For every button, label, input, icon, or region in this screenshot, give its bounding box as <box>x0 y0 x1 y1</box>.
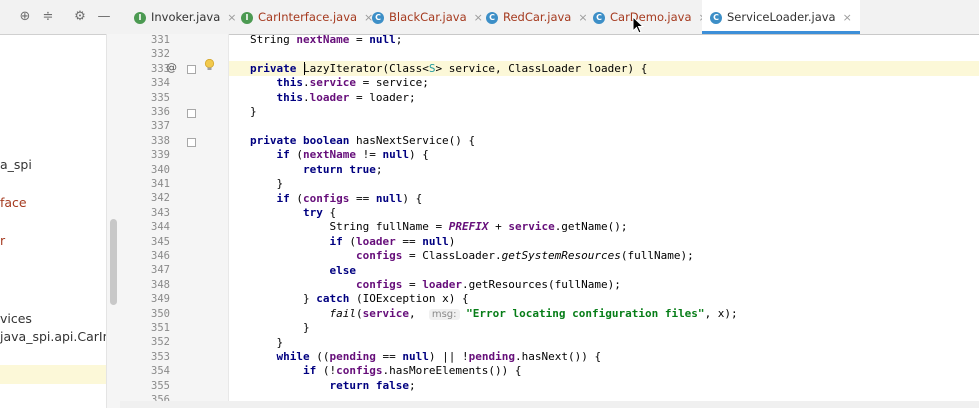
gutter-divider <box>228 34 229 408</box>
code-line: fail(service, msg: "Error locating confi… <box>329 307 738 320</box>
tab-label: CarInterface.java <box>258 10 358 24</box>
line-number[interactable]: 350 <box>120 307 170 321</box>
parameter-hint: msg: <box>428 309 460 320</box>
tree-item[interactable]: r <box>0 232 5 250</box>
line-number[interactable]: 351 <box>120 321 170 335</box>
code-line: else <box>329 264 356 277</box>
line-number[interactable]: 354 <box>120 364 170 378</box>
line-number[interactable]: 345 <box>120 235 170 249</box>
line-number[interactable]: 333 <box>120 62 170 76</box>
line-number[interactable]: 346 <box>120 249 170 263</box>
project-panel: ⊕ ≑ ⚙ — a_spi face r vices java_spi.api.… <box>0 0 120 408</box>
code-line: } <box>276 177 284 190</box>
line-number[interactable]: 332 <box>120 47 170 61</box>
line-number[interactable]: 338 <box>120 134 170 148</box>
runnable-class-icon: C <box>593 11 605 24</box>
interface-icon: I <box>241 11 253 24</box>
tab-label: BlackCar.java <box>389 10 467 24</box>
close-icon[interactable]: × <box>843 11 852 24</box>
tab-redcar[interactable]: C RedCar.java × <box>486 0 588 34</box>
line-number[interactable]: 331 <box>120 33 170 47</box>
fold-marker[interactable] <box>187 109 196 118</box>
code-line: private LazyIterator(Class<S> service, C… <box>250 62 648 75</box>
minimize-icon[interactable]: — <box>96 9 112 25</box>
tree-item[interactable]: vices <box>0 310 32 328</box>
line-number[interactable]: 334 <box>120 76 170 90</box>
code-line: this.loader = loader; <box>276 91 416 104</box>
line-number[interactable]: 339 <box>120 148 170 162</box>
line-number[interactable]: 344 <box>120 220 170 234</box>
code-line: String fullName = PREFIX + service.getNa… <box>329 220 628 233</box>
fold-marker[interactable] <box>187 65 196 74</box>
tab-label: RedCar.java <box>503 10 572 24</box>
lightbulb-icon[interactable] <box>204 59 215 71</box>
line-number[interactable]: 353 <box>120 350 170 364</box>
line-number[interactable]: 355 <box>120 379 170 393</box>
line-number[interactable]: 336 <box>120 105 170 119</box>
scrollbar-thumb[interactable] <box>110 219 117 305</box>
tab-serviceloader[interactable]: C ServiceLoader.java × <box>702 0 860 34</box>
code-line: try { <box>302 206 337 219</box>
mouse-pointer-icon <box>632 16 644 34</box>
code-line: if (nextName != null) { <box>276 148 429 161</box>
code-line: } <box>250 105 257 118</box>
line-number[interactable]: 341 <box>120 177 170 191</box>
gear-icon[interactable]: ⚙ <box>72 9 88 25</box>
tab-cardemo[interactable]: CCarDemo.java× <box>593 0 708 34</box>
code-line: return true; <box>302 163 383 176</box>
code-line: while ((pending == null) || !pending.has… <box>276 350 602 363</box>
tab-invoker[interactable]: I Invoker.java × <box>134 0 237 34</box>
code-line: private boolean hasNextService() { <box>250 134 476 147</box>
line-number[interactable]: 347 <box>120 263 170 277</box>
text-caret <box>304 62 305 75</box>
fold-marker[interactable] <box>187 138 196 147</box>
code-line: if (configs == null) { <box>276 192 423 205</box>
line-number[interactable]: 349 <box>120 292 170 306</box>
interface-icon: I <box>134 11 146 24</box>
tab-blackcar[interactable]: C BlackCar.java × <box>372 0 483 34</box>
line-number[interactable]: 335 <box>120 91 170 105</box>
tree-item[interactable]: a_spi <box>0 156 32 174</box>
code-line: configs = loader.getResources(fullName); <box>355 278 621 291</box>
project-toolbar: ⊕ ≑ ⚙ — <box>0 0 120 35</box>
code-line: } catch (IOException x) { <box>302 292 469 305</box>
code-line: return false; <box>329 379 416 392</box>
code-line: if (!configs.hasMoreElements()) { <box>302 364 522 377</box>
code-line: String nextName = null; <box>250 33 403 46</box>
class-icon: C <box>372 11 384 24</box>
tree-item[interactable]: face <box>0 194 27 212</box>
editor-tab-bar: I Invoker.java × I CarInterface.java × C Blac… <box>120 0 979 35</box>
close-icon[interactable]: × <box>227 11 236 24</box>
code-line: } <box>276 336 284 349</box>
tab-label: ServiceLoader.java <box>727 10 836 24</box>
tab-label: Invoker.java <box>151 10 221 24</box>
code-line: configs = ClassLoader.getSystemResources… <box>355 249 694 262</box>
line-number[interactable]: 337 <box>120 119 170 133</box>
code-line: if (loader == null) <box>329 235 456 248</box>
line-number[interactable]: 340 <box>120 163 170 177</box>
code-line: } <box>302 321 310 334</box>
selected-row-highlight <box>0 365 106 384</box>
line-number[interactable]: 342 <box>120 191 170 205</box>
close-icon[interactable]: × <box>474 11 483 24</box>
close-icon[interactable]: × <box>578 11 587 24</box>
line-number[interactable]: 348 <box>120 278 170 292</box>
tab-label: CarDemo.java <box>610 10 692 24</box>
tree-item[interactable]: java_spi.api.CarInt <box>0 328 115 346</box>
horizontal-scrollbar[interactable] <box>120 401 979 408</box>
line-number[interactable]: 352 <box>120 335 170 349</box>
class-icon: C <box>710 11 722 24</box>
tab-carinterface[interactable]: I CarInterface.java × <box>241 0 373 34</box>
project-scrollbar[interactable] <box>106 34 120 408</box>
code-line: this.service = service; <box>276 76 429 89</box>
collapse-all-icon[interactable]: ≑ <box>40 9 56 25</box>
line-number[interactable]: 343 <box>120 206 170 220</box>
target-icon[interactable]: ⊕ <box>17 9 33 25</box>
class-icon: C <box>486 11 498 24</box>
